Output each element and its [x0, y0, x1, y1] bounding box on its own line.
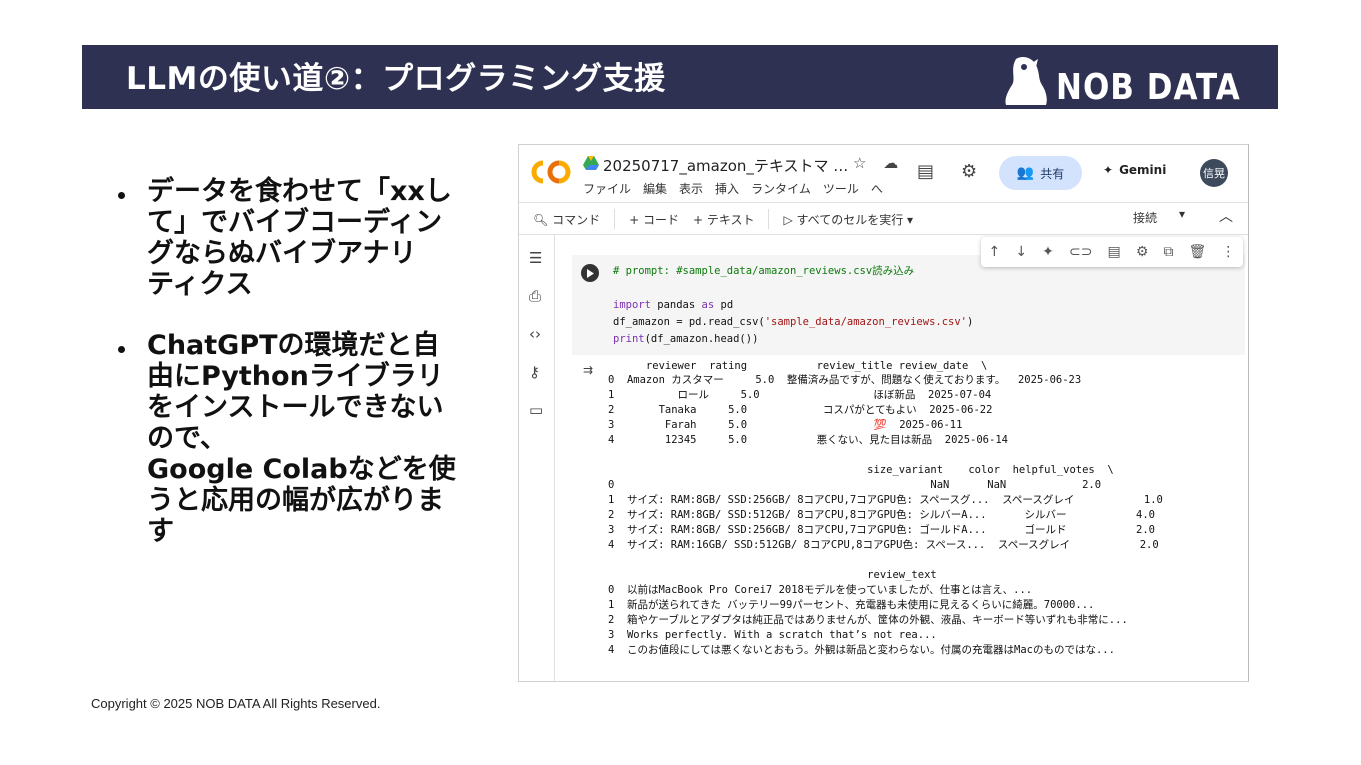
notebook-toolbar: 🔍︎ コマンド + コード + テキスト ▷ すべてのセルを実行 ▾	[533, 209, 913, 229]
output-line: 4 サイズ: RAM:16GB/ SSD:512GB/ 8コアCPU,8コアGP…	[608, 539, 1159, 551]
output-line: 0 以前はMacBook Pro Corei7 2018モデルを使っていましたが…	[608, 584, 1033, 596]
run-cell-button[interactable]	[581, 264, 599, 282]
code-token: 'sample_data/amazon_reviews.csv'	[764, 316, 968, 328]
output-line: 3 Works perfectly. With a scratch that’s…	[608, 629, 937, 641]
code-token: (df_amazon.head())	[644, 333, 759, 345]
code-token: )	[967, 316, 974, 328]
divider	[519, 202, 1248, 203]
notebook-title[interactable]: 20250717_amazon_テキストマ …	[603, 155, 848, 176]
menu-help[interactable]: へ	[871, 180, 883, 197]
owl-mascot-icon	[1005, 57, 1047, 105]
gemini-label: Gemini	[1119, 163, 1167, 177]
mirror-cell-icon[interactable]: ⧉	[1163, 244, 1173, 260]
divider	[519, 234, 1248, 235]
chevron-down-icon[interactable]: ▾	[1179, 207, 1185, 221]
cell-output: reviewer rating review_title review_date…	[572, 357, 1245, 675]
menu-runtime[interactable]: ランタイム	[751, 180, 811, 197]
menu-view[interactable]: 表示	[679, 180, 703, 197]
comment-icon[interactable]: ▤	[1108, 244, 1121, 260]
output-line: 4 このお値段にしては悪くないとおもう。外観は新品と変わらない。付属の充電器はM…	[608, 644, 1115, 656]
code-snippets-icon[interactable]: ‹›	[529, 325, 541, 343]
toc-icon[interactable]: ☰	[529, 249, 542, 267]
people-icon: 👥	[1016, 165, 1035, 181]
output-line: 4 12345 5.0 悪くない、見た目は新品 2025-06-14	[608, 434, 1008, 446]
bullet-dot-icon	[118, 346, 125, 353]
add-code-button[interactable]: + コード	[629, 211, 679, 228]
drive-icon[interactable]	[583, 156, 599, 170]
gear-icon[interactable]: ⚙	[1136, 244, 1149, 260]
output-line: 1 新品が送られてきた バッテリー99パーセント、充電器も未使用に見えるくらいに…	[608, 599, 1095, 611]
output-line: 3 サイズ: RAM:8GB/ SSD:256GB/ 8コアCPU,7コアGPU…	[608, 524, 1155, 536]
avatar[interactable]: 信晃	[1200, 159, 1228, 187]
star-cloud-icon[interactable]: ☆ ☁	[853, 154, 904, 172]
share-button[interactable]: 👥 共有	[999, 156, 1082, 190]
share-label: 共有	[1040, 166, 1065, 181]
sparkle-icon[interactable]: ✦	[1042, 244, 1054, 260]
menu-file[interactable]: ファイル	[583, 180, 631, 197]
divider	[768, 209, 770, 229]
gear-icon[interactable]: ⚙	[961, 161, 977, 182]
sparkle-icon: ✦	[1103, 163, 1114, 177]
logo-text: NOB DATA	[1056, 67, 1241, 109]
left-sidebar: ☰ ⎙ ‹› ⚷ ▭	[519, 235, 555, 681]
code-line: print(df_amazon.head())	[613, 331, 973, 348]
more-options-icon[interactable]: ⋮	[1221, 244, 1235, 260]
gemini-button[interactable]: ✦ Gemini	[1103, 163, 1166, 177]
menu-bar: ファイル 編集 表示 挿入 ランタイム ツール へ	[583, 180, 883, 197]
command-palette-button[interactable]: 🔍︎ コマンド	[533, 211, 600, 228]
connect-button[interactable]: 接続	[1133, 209, 1157, 226]
code-editor[interactable]: # prompt: #sample_data/amazon_reviews.cs…	[613, 263, 973, 348]
code-token: import	[613, 299, 651, 311]
colab-logo-icon	[531, 160, 571, 184]
key-icon[interactable]: ⚷	[529, 363, 540, 381]
output-line: size_variant color helpful_votes \	[608, 464, 1114, 476]
trash-icon[interactable]: 🗑︎	[1189, 244, 1207, 260]
comment-icon[interactable]: ▤	[917, 161, 934, 182]
bullet-text: データを食わせて「xxし て」でバイブコーディン グならぬバイブアナリ ティクス	[147, 176, 452, 300]
bullet-dot-icon	[118, 192, 125, 199]
link-icon[interactable]: ⊂⊃	[1069, 244, 1092, 260]
play-icon	[587, 268, 594, 278]
output-line: 2 サイズ: RAM:8GB/ SSD:512GB/ 8コアCPU,8コアGPU…	[608, 509, 1155, 521]
header-banner: LLMの使い道②：プログラミング支援 NOB DATA	[82, 45, 1278, 109]
cell-toolbar: ↑ ↓ ✦ ⊂⊃ ▤ ⚙ ⧉ 🗑︎ ⋮	[981, 237, 1243, 267]
divider	[614, 209, 616, 229]
folder-icon[interactable]: ▭	[529, 401, 543, 419]
bullet-item: データを食わせて「xxし て」でバイブコーディン グならぬバイブアナリ ティクス	[118, 176, 488, 300]
output-line: reviewer rating review_title review_date…	[608, 360, 988, 372]
nob-data-logo: NOB DATA	[1002, 55, 1272, 109]
code-line: # prompt: #sample_data/amazon_reviews.cs…	[613, 265, 915, 277]
output-line: 2 箱やケーブルとアダプタは純正品ではありませんが、筐体の外観、液晶、キーボード…	[608, 614, 1128, 626]
code-token: df_amazon = pd.read_csv(	[613, 316, 765, 328]
code-token: pd	[714, 299, 734, 311]
colab-screenshot: 20250717_amazon_テキストマ … ☆ ☁ ファイル 編集 表示 挿…	[518, 144, 1249, 682]
move-up-icon[interactable]: ↑	[989, 244, 1001, 260]
slide-title: LLMの使い道②：プログラミング支援	[126, 61, 666, 97]
bullet-list: データを食わせて「xxし て」でバイブコーディン グならぬバイブアナリ ティクス…	[118, 176, 488, 577]
output-line: 1 ロール 5.0 ほぼ新品 2025-07-04	[608, 389, 992, 401]
chevron-up-icon[interactable]: ︿	[1219, 206, 1233, 226]
menu-edit[interactable]: 編集	[643, 180, 667, 197]
code-line: df_amazon = pd.read_csv('sample_data/ama…	[613, 314, 973, 331]
output-line: 0 Amazon カスタマー 5.0 整備済み品ですが、問題なく使えております。…	[608, 374, 1082, 386]
menu-insert[interactable]: 挿入	[715, 180, 739, 197]
run-all-button[interactable]: ▷ すべてのセルを実行 ▾	[783, 211, 913, 228]
find-icon[interactable]: ⎙	[529, 287, 541, 305]
menu-tools[interactable]: ツール	[823, 180, 859, 197]
output-line: 2 Tanaka 5.0 コスパがとてもよい 2025-06-22	[608, 404, 993, 416]
code-line: import pandas as pd	[613, 297, 973, 314]
output-line: 3 Farah 5.0 💯 2025-06-11	[608, 419, 963, 431]
output-line: review_text	[608, 569, 937, 581]
bullet-text: ChatGPTの環境だと自 由にPythonライブラリ をインストールできない …	[147, 330, 456, 547]
code-token: print	[613, 333, 645, 345]
bullet-item: ChatGPTの環境だと自 由にPythonライブラリ をインストールできない …	[118, 330, 488, 547]
add-text-button[interactable]: + テキスト	[693, 211, 755, 228]
move-down-icon[interactable]: ↓	[1015, 244, 1027, 260]
output-line: 0 NaN NaN 2.0	[608, 479, 1102, 491]
copyright: Copyright © 2025 NOB DATA All Rights Res…	[91, 696, 381, 711]
output-line: 1 サイズ: RAM:8GB/ SSD:256GB/ 8コアCPU,7コアGPU…	[608, 494, 1163, 506]
code-token: as	[701, 299, 715, 311]
code-token: pandas	[650, 299, 702, 311]
